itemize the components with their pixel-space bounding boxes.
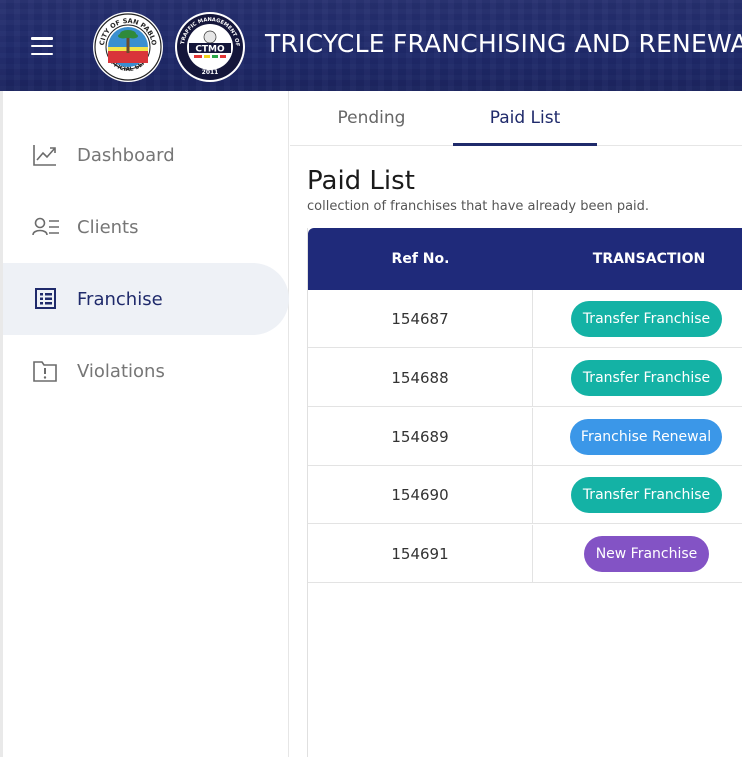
ref-no-cell: 154689 [308, 408, 533, 466]
app-title: TRICYCLE FRANCHISING AND RENEWAL [265, 29, 742, 58]
sidebar-item-label: Franchise [77, 288, 163, 310]
transaction-cell: Transfer Franchise [533, 466, 742, 524]
sidebar-item-dashboard[interactable]: Dashboard [3, 119, 289, 191]
folder-alert-icon [32, 359, 58, 383]
transaction-badge[interactable]: Transfer Franchise [571, 477, 722, 513]
sidebar-item-clients[interactable]: Clients [3, 191, 289, 263]
tab-bar: Pending Paid List [290, 91, 742, 146]
transaction-badge[interactable]: Transfer Franchise [571, 301, 722, 337]
clients-list-icon [32, 215, 59, 239]
ref-no-cell: 154691 [308, 525, 533, 583]
page-title: Paid List [307, 166, 415, 196]
ref-no-cell: 154687 [308, 290, 533, 348]
ref-no-cell: 154688 [308, 349, 533, 407]
sidebar-item-label: Dashboard [77, 144, 175, 166]
seal2-year-text: 2011 [202, 69, 219, 76]
tab-pending[interactable]: Pending [290, 91, 453, 145]
table-row: 154689 Franchise Renewal [308, 408, 742, 466]
seal2-ctmo-text: CTMO [195, 45, 225, 55]
sidebar-item-label: Violations [77, 360, 165, 382]
page-subtitle: collection of franchises that have alrea… [307, 199, 650, 214]
table-row: 154687 Transfer Franchise [308, 290, 742, 348]
transaction-cell: Transfer Franchise [533, 290, 742, 348]
sidebar-item-label: Clients [77, 216, 139, 238]
trending-up-icon [32, 143, 58, 167]
table-header: Ref No. TRANSACTION [308, 228, 742, 290]
transaction-badge[interactable]: Transfer Franchise [571, 360, 722, 396]
transaction-cell: Transfer Franchise [533, 349, 742, 407]
sidebar: Dashboard Clients Franchise Violations [0, 91, 289, 757]
list-document-icon [32, 287, 58, 311]
table-row: 154688 Transfer Franchise [308, 349, 742, 407]
app-header: CITY OF SAN PABLO OFFICIAL SEAL CITY TRA… [0, 0, 742, 91]
city-seal-logo: CITY OF SAN PABLO OFFICIAL SEAL [92, 11, 164, 83]
sidebar-item-franchise[interactable]: Franchise [3, 263, 289, 335]
paid-list-table: Ref No. TRANSACTION 154687 Transfer Fran… [307, 228, 742, 757]
ctmo-logo: CITY TRAFFIC MANAGEMENT OFFICE CTMO 2011 [174, 11, 246, 83]
tab-paid-list[interactable]: Paid List [453, 91, 597, 146]
ref-no-cell: 154690 [308, 466, 533, 524]
transaction-cell: Franchise Renewal [533, 408, 742, 466]
hamburger-menu-icon[interactable] [31, 37, 53, 55]
table-row: 154691 New Franchise [308, 525, 742, 583]
table-row: 154690 Transfer Franchise [308, 466, 742, 524]
transaction-cell: New Franchise [533, 525, 742, 583]
transaction-badge[interactable]: Franchise Renewal [570, 419, 722, 455]
sidebar-item-violations[interactable]: Violations [3, 335, 289, 407]
column-header-transaction: TRANSACTION [592, 251, 706, 267]
transaction-badge[interactable]: New Franchise [584, 536, 709, 572]
column-header-ref-no: Ref No. [391, 251, 450, 267]
